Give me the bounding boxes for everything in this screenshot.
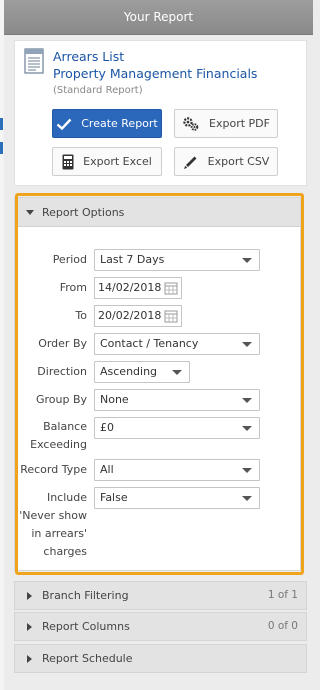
create-report-button[interactable]: Create Report xyxy=(52,109,162,138)
include-never-show-value: False xyxy=(100,491,128,504)
from-label: From xyxy=(59,281,87,294)
report-options-header[interactable]: Report Options xyxy=(15,198,300,227)
create-report-label: Create Report xyxy=(81,117,158,130)
collapse-triangle-icon xyxy=(26,209,34,215)
group-by-label: Group By xyxy=(35,393,87,406)
calculator-icon xyxy=(62,154,74,169)
balance-exceeding-select[interactable]: £0 xyxy=(94,417,260,439)
dropdown-arrow-icon xyxy=(242,426,252,431)
panel-title: Your Report xyxy=(123,10,194,24)
record-type-value: All xyxy=(100,463,114,476)
report-category: Property Management Financials xyxy=(53,66,258,81)
gears-icon xyxy=(183,116,199,131)
to-label: To xyxy=(75,309,87,322)
edge-marker xyxy=(0,142,3,154)
dropdown-arrow-icon xyxy=(242,468,252,473)
balance-exceeding-value: £0 xyxy=(100,421,114,434)
order-by-select[interactable]: Contact / Tenancy xyxy=(94,333,260,355)
export-csv-button[interactable]: Export CSV xyxy=(174,147,278,176)
dropdown-arrow-icon xyxy=(242,398,252,403)
expand-triangle-icon xyxy=(27,622,32,631)
report-options-heading: Report Options xyxy=(42,205,125,219)
dropdown-arrow-icon xyxy=(172,370,182,375)
expand-triangle-icon xyxy=(27,591,32,600)
pencil-icon xyxy=(183,156,197,169)
dropdown-arrow-icon xyxy=(242,258,252,263)
record-type-select[interactable]: All xyxy=(94,459,260,481)
include-never-show-label-line1: Include xyxy=(46,491,87,504)
edge-marker xyxy=(0,118,3,130)
order-by-value: Contact / Tenancy xyxy=(100,337,199,350)
branch-filtering-section[interactable]: Branch Filtering 1 of 1 xyxy=(14,581,307,610)
include-never-show-label-line4: charges xyxy=(43,545,87,558)
order-by-label: Order By xyxy=(38,337,87,350)
export-csv-label: Export CSV xyxy=(207,155,270,168)
calendar-icon[interactable] xyxy=(164,309,178,323)
to-date-field[interactable]: 20/02/2018 xyxy=(94,305,182,327)
period-label: Period xyxy=(52,253,87,266)
report-schedule-section[interactable]: Report Schedule xyxy=(14,644,307,673)
calendar-icon[interactable] xyxy=(164,281,178,295)
include-never-show-select[interactable]: False xyxy=(94,487,260,509)
checkmark-icon xyxy=(56,118,72,130)
balance-exceeding-label-line1: Balance xyxy=(43,420,87,433)
report-columns-count: 0 of 0 xyxy=(267,620,298,632)
include-never-show-label-line2: 'Never show xyxy=(19,509,87,522)
dropdown-arrow-icon xyxy=(242,342,252,347)
report-columns-section[interactable]: Report Columns 0 of 0 xyxy=(14,612,307,641)
to-date-value: 20/02/2018 xyxy=(98,309,162,322)
direction-value: Ascending xyxy=(100,365,158,378)
panel-title-bar: Your Report xyxy=(4,0,313,35)
report-title: Arrears List xyxy=(53,49,125,64)
group-by-value: None xyxy=(100,393,129,406)
report-columns-label: Report Columns xyxy=(42,620,130,633)
export-excel-button[interactable]: Export Excel xyxy=(52,147,162,176)
balance-exceeding-label-line2: Exceeding xyxy=(30,438,87,451)
period-select[interactable]: Last 7 Days xyxy=(94,249,260,271)
report-card: Arrears List Property Management Financi… xyxy=(14,40,307,186)
branch-filtering-count: 1 of 1 xyxy=(267,589,298,601)
period-value: Last 7 Days xyxy=(100,253,165,266)
export-pdf-label: Export PDF xyxy=(209,117,270,130)
include-never-show-label-line3: in arrears' xyxy=(31,527,87,540)
report-schedule-label: Report Schedule xyxy=(42,652,133,665)
direction-select[interactable]: Ascending xyxy=(94,361,190,383)
group-by-select[interactable]: None xyxy=(94,389,260,411)
from-date-value: 14/02/2018 xyxy=(98,281,162,294)
export-excel-label: Export Excel xyxy=(83,155,152,168)
branch-filtering-label: Branch Filtering xyxy=(42,589,129,602)
direction-label: Direction xyxy=(37,365,87,378)
from-date-field[interactable]: 14/02/2018 xyxy=(94,277,182,299)
expand-triangle-icon xyxy=(27,654,32,663)
dropdown-arrow-icon xyxy=(242,496,252,501)
export-pdf-button[interactable]: Export PDF xyxy=(174,109,278,138)
record-type-label: Record Type xyxy=(20,463,87,476)
report-document-icon xyxy=(24,48,44,74)
report-subtitle: (Standard Report) xyxy=(53,85,143,96)
